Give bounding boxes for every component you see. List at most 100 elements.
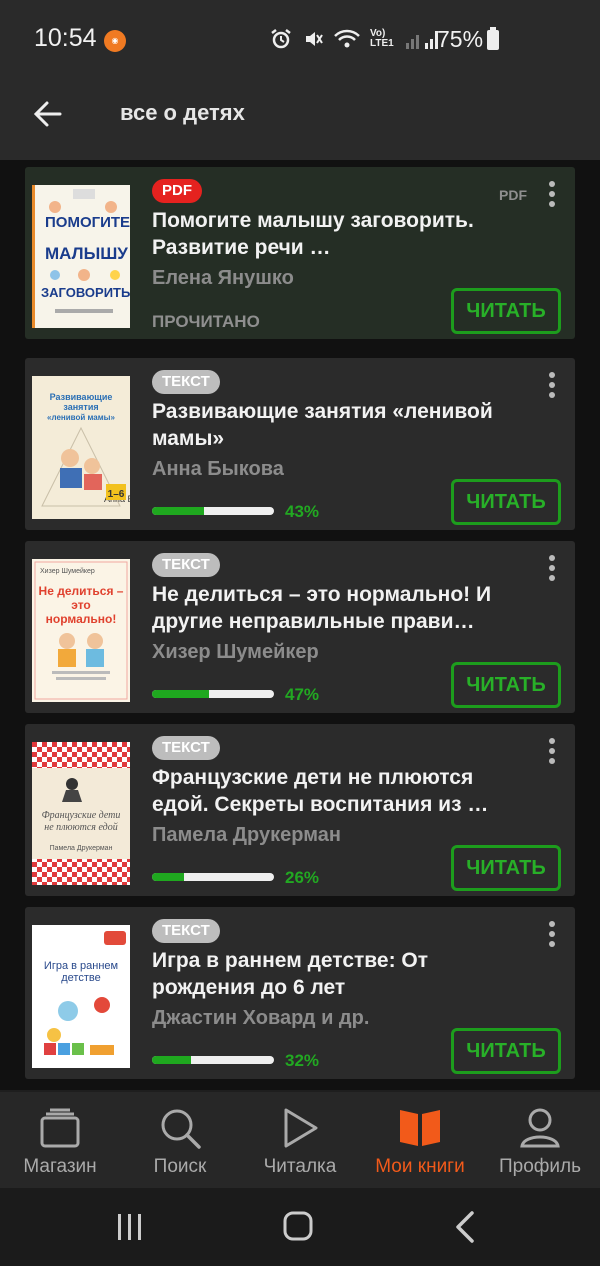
wifi-icon bbox=[334, 29, 360, 48]
more-options-icon[interactable] bbox=[545, 738, 559, 768]
nav-my-books[interactable]: Мои книги bbox=[360, 1100, 480, 1186]
progress-percent: 47% bbox=[285, 685, 320, 704]
svg-text:МАЛЫШУ: МАЛЫШУ bbox=[45, 244, 128, 263]
profile-icon bbox=[520, 1108, 560, 1148]
nav-label: Профиль bbox=[498, 1156, 582, 1177]
book-card[interactable]: Развивающие занятия «ленивой мамы» Анна … bbox=[25, 358, 575, 530]
status-icons: Vo) LTE1 bbox=[270, 28, 442, 50]
nav-label: Магазин bbox=[23, 1156, 97, 1177]
svg-text:занятия: занятия bbox=[63, 402, 98, 412]
format-badge: ТЕКСТ bbox=[152, 553, 220, 577]
read-button[interactable]: ЧИТАТЬ bbox=[451, 662, 561, 708]
nav-label: Поиск bbox=[153, 1156, 207, 1177]
cover-art: ПОМОГИТЕ МАЛЫШУ ЗАГОВОРИТЬ bbox=[41, 189, 130, 313]
back-nav-icon[interactable] bbox=[446, 1210, 486, 1244]
more-options-icon[interactable] bbox=[545, 921, 559, 951]
search-icon bbox=[161, 1109, 201, 1149]
nav-store[interactable]: Магазин bbox=[0, 1100, 120, 1186]
bottom-navigation: Магазин Поиск Читалка Мои книги Профиль bbox=[0, 1092, 600, 1188]
status-bar: 10:54 ◉ Vo) LTE1 75% bbox=[0, 0, 600, 80]
svg-text:ЗАГОВОРИТЬ: ЗАГОВОРИТЬ bbox=[41, 285, 130, 300]
nav-search[interactable]: Поиск bbox=[120, 1100, 240, 1186]
svg-text:«ленивой мамы»: «ленивой мамы» bbox=[47, 413, 115, 422]
app-notification-icon: ◉ bbox=[104, 30, 126, 52]
network-type: Vo) LTE1 bbox=[370, 28, 394, 49]
book-card[interactable]: Французские дети не плюются едой Памела … bbox=[25, 724, 575, 896]
more-options-icon[interactable] bbox=[545, 181, 559, 211]
book-author: Памела Друкерман bbox=[152, 824, 341, 846]
book-cover[interactable]: Французские дети не плюются едой Памела … bbox=[32, 742, 130, 885]
book-title[interactable]: Развивающие занятия «ленивой мамы» bbox=[152, 398, 532, 452]
progress-percent: 26% bbox=[285, 868, 320, 887]
mute-icon bbox=[306, 32, 323, 46]
read-button[interactable]: ЧИТАТЬ bbox=[451, 288, 561, 334]
book-author: Елена Янушко bbox=[152, 267, 294, 289]
read-button[interactable]: ЧИТАТЬ bbox=[451, 479, 561, 525]
battery-percent: 75% bbox=[437, 26, 484, 52]
book-title[interactable]: Французские дети не плюются едой. Секрет… bbox=[152, 764, 532, 818]
svg-text:Памела Друкерман: Памела Друкерман bbox=[50, 845, 113, 852]
book-card[interactable]: Хизер Шумейкер Не делиться – это нормаль… bbox=[25, 541, 575, 713]
book-card[interactable]: Игра в раннем детстве ТЕКСТ Игра в ранне… bbox=[25, 907, 575, 1079]
format-badge: PDF bbox=[152, 179, 202, 203]
nav-profile[interactable]: Профиль bbox=[480, 1100, 600, 1186]
cover-art: Игра в раннем детстве bbox=[32, 925, 130, 1068]
progress-fill bbox=[152, 873, 184, 881]
book-author: Анна Быкова bbox=[152, 458, 284, 480]
system-navigation-bar bbox=[0, 1188, 600, 1266]
format-badge: ТЕКСТ bbox=[152, 919, 220, 943]
read-button[interactable]: ЧИТАТЬ bbox=[451, 1028, 561, 1074]
svg-text:Не делиться –: Не делиться – bbox=[39, 584, 124, 598]
app-toolbar: все о детях bbox=[0, 80, 600, 160]
reading-progress-bar bbox=[152, 873, 274, 881]
nav-label: Мои книги bbox=[375, 1156, 465, 1177]
format-tag: PDF bbox=[499, 187, 527, 203]
progress-fill bbox=[152, 507, 205, 515]
svg-text:это: это bbox=[71, 598, 91, 612]
cover-art: Хизер Шумейкер Не делиться – это нормаль… bbox=[34, 561, 128, 700]
reading-progress-bar bbox=[152, 690, 274, 698]
book-cover[interactable]: ПОМОГИТЕ МАЛЫШУ ЗАГОВОРИТЬ bbox=[32, 185, 130, 328]
book-icon bbox=[400, 1110, 440, 1146]
more-options-icon[interactable] bbox=[545, 555, 559, 585]
progress-percent: 43% bbox=[285, 502, 320, 521]
cover-art: Развивающие занятия «ленивой мамы» Анна … bbox=[41, 392, 130, 507]
read-button[interactable]: ЧИТАТЬ bbox=[451, 845, 561, 891]
svg-text:Хизер Шумейкер: Хизер Шумейкер bbox=[40, 567, 95, 575]
back-arrow-icon[interactable] bbox=[30, 96, 66, 132]
page-title: все о детях bbox=[120, 100, 245, 125]
svg-text:не плюются едой: не плюются едой bbox=[44, 822, 117, 833]
svg-text:детстве: детстве bbox=[61, 972, 100, 984]
store-icon bbox=[40, 1108, 80, 1148]
svg-text:нормально!: нормально! bbox=[46, 612, 117, 626]
home-icon[interactable] bbox=[278, 1210, 318, 1244]
recent-apps-icon[interactable] bbox=[110, 1210, 150, 1244]
play-icon bbox=[284, 1108, 318, 1148]
book-cover[interactable]: Развивающие занятия «ленивой мамы» Анна … bbox=[32, 376, 130, 519]
nav-reader[interactable]: Читалка bbox=[240, 1100, 360, 1186]
progress-fill bbox=[152, 690, 210, 698]
book-list: ПОМОГИТЕ МАЛЫШУ ЗАГОВОРИТЬ PDF PDF Помог… bbox=[0, 160, 600, 1090]
alarm-icon bbox=[271, 29, 291, 49]
more-options-icon[interactable] bbox=[545, 372, 559, 402]
book-cover[interactable]: Игра в раннем детстве bbox=[32, 925, 130, 1068]
battery-icon bbox=[487, 27, 499, 50]
progress-percent: 32% bbox=[285, 1051, 320, 1070]
svg-text:Развивающие: Развивающие bbox=[50, 392, 113, 402]
progress-fill bbox=[152, 1056, 192, 1064]
book-author: Хизер Шумейкер bbox=[152, 641, 319, 663]
book-cover[interactable]: Хизер Шумейкер Не делиться – это нормаль… bbox=[32, 559, 130, 702]
svg-text:Французские дети: Французские дети bbox=[42, 810, 121, 821]
nav-label: Читалка bbox=[263, 1156, 337, 1177]
svg-text:ПОМОГИТЕ: ПОМОГИТЕ bbox=[45, 214, 130, 231]
book-title[interactable]: Не делиться – это нормально! И другие не… bbox=[152, 581, 532, 635]
book-title[interactable]: Помогите малышу заговорить. Развитие реч… bbox=[152, 207, 532, 261]
svg-text:1–6: 1–6 bbox=[108, 489, 125, 500]
format-badge: ТЕКСТ bbox=[152, 370, 220, 394]
status-time: 10:54 bbox=[34, 24, 97, 52]
book-title[interactable]: Игра в раннем детстве: От рождения до 6 … bbox=[152, 947, 532, 1001]
reading-progress-bar bbox=[152, 1056, 274, 1064]
read-status: ПРОЧИТАНО bbox=[152, 312, 260, 331]
book-card[interactable]: ПОМОГИТЕ МАЛЫШУ ЗАГОВОРИТЬ PDF PDF Помог… bbox=[25, 167, 575, 339]
svg-text:Игра в раннем: Игра в раннем bbox=[44, 960, 118, 972]
